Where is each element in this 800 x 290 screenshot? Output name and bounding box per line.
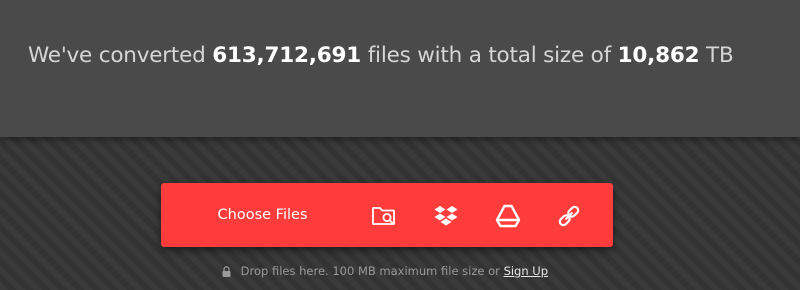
files-count: 613,712,691 bbox=[212, 43, 362, 68]
link-icon[interactable] bbox=[556, 203, 582, 229]
sign-up-link[interactable]: Sign Up bbox=[504, 264, 548, 278]
footnote-text: Drop files here. 100 MB maximum file siz… bbox=[240, 264, 500, 278]
google-drive-icon[interactable] bbox=[495, 203, 521, 229]
folder-search-icon[interactable] bbox=[371, 203, 397, 229]
lock-icon bbox=[222, 264, 231, 282]
conversion-stats: We've converted 613,712,691 files with a… bbox=[28, 40, 788, 72]
total-size-value: 10,862 bbox=[617, 43, 700, 68]
stats-prefix: We've converted bbox=[28, 43, 206, 68]
dropbox-icon[interactable] bbox=[433, 203, 459, 229]
stats-middle: files with a total size of bbox=[367, 43, 611, 68]
choose-files-button[interactable]: Choose Files bbox=[161, 183, 364, 247]
stats-banner: We've converted 613,712,691 files with a… bbox=[0, 0, 800, 137]
upload-bar: Choose Files bbox=[161, 183, 613, 247]
total-size-unit: TB bbox=[706, 43, 734, 68]
upload-footnote: Drop files here. 100 MB maximum file siz… bbox=[0, 262, 770, 282]
